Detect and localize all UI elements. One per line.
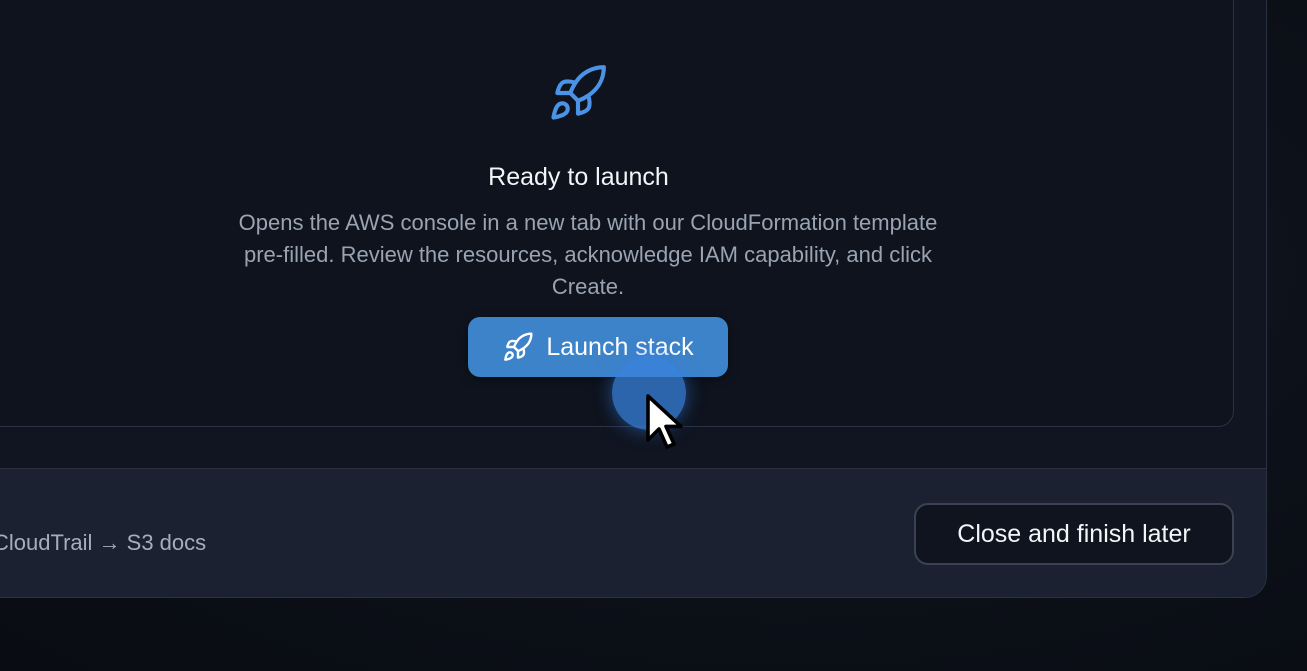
modal-footer: CloudTrail → S3 docs Close and finish la…	[0, 468, 1266, 597]
launch-stack-button[interactable]: Launch stack	[468, 317, 728, 377]
launch-stack-label: Launch stack	[546, 332, 694, 361]
launch-card: Ready to launch Opens the AWS console in…	[0, 0, 1234, 427]
rocket-icon	[504, 332, 533, 361]
launch-description: Opens the AWS console in a new tab with …	[238, 210, 938, 299]
close-and-finish-later-button[interactable]: Close and finish later	[914, 503, 1234, 565]
launch-title: Ready to launch	[488, 163, 669, 191]
docs-link[interactable]: CloudTrail → S3 docs	[0, 530, 206, 556]
rocket-icon	[551, 65, 606, 120]
setup-modal: Ready to launch Opens the AWS console in…	[0, 0, 1267, 598]
modal-body: Ready to launch Opens the AWS console in…	[0, 0, 1266, 468]
